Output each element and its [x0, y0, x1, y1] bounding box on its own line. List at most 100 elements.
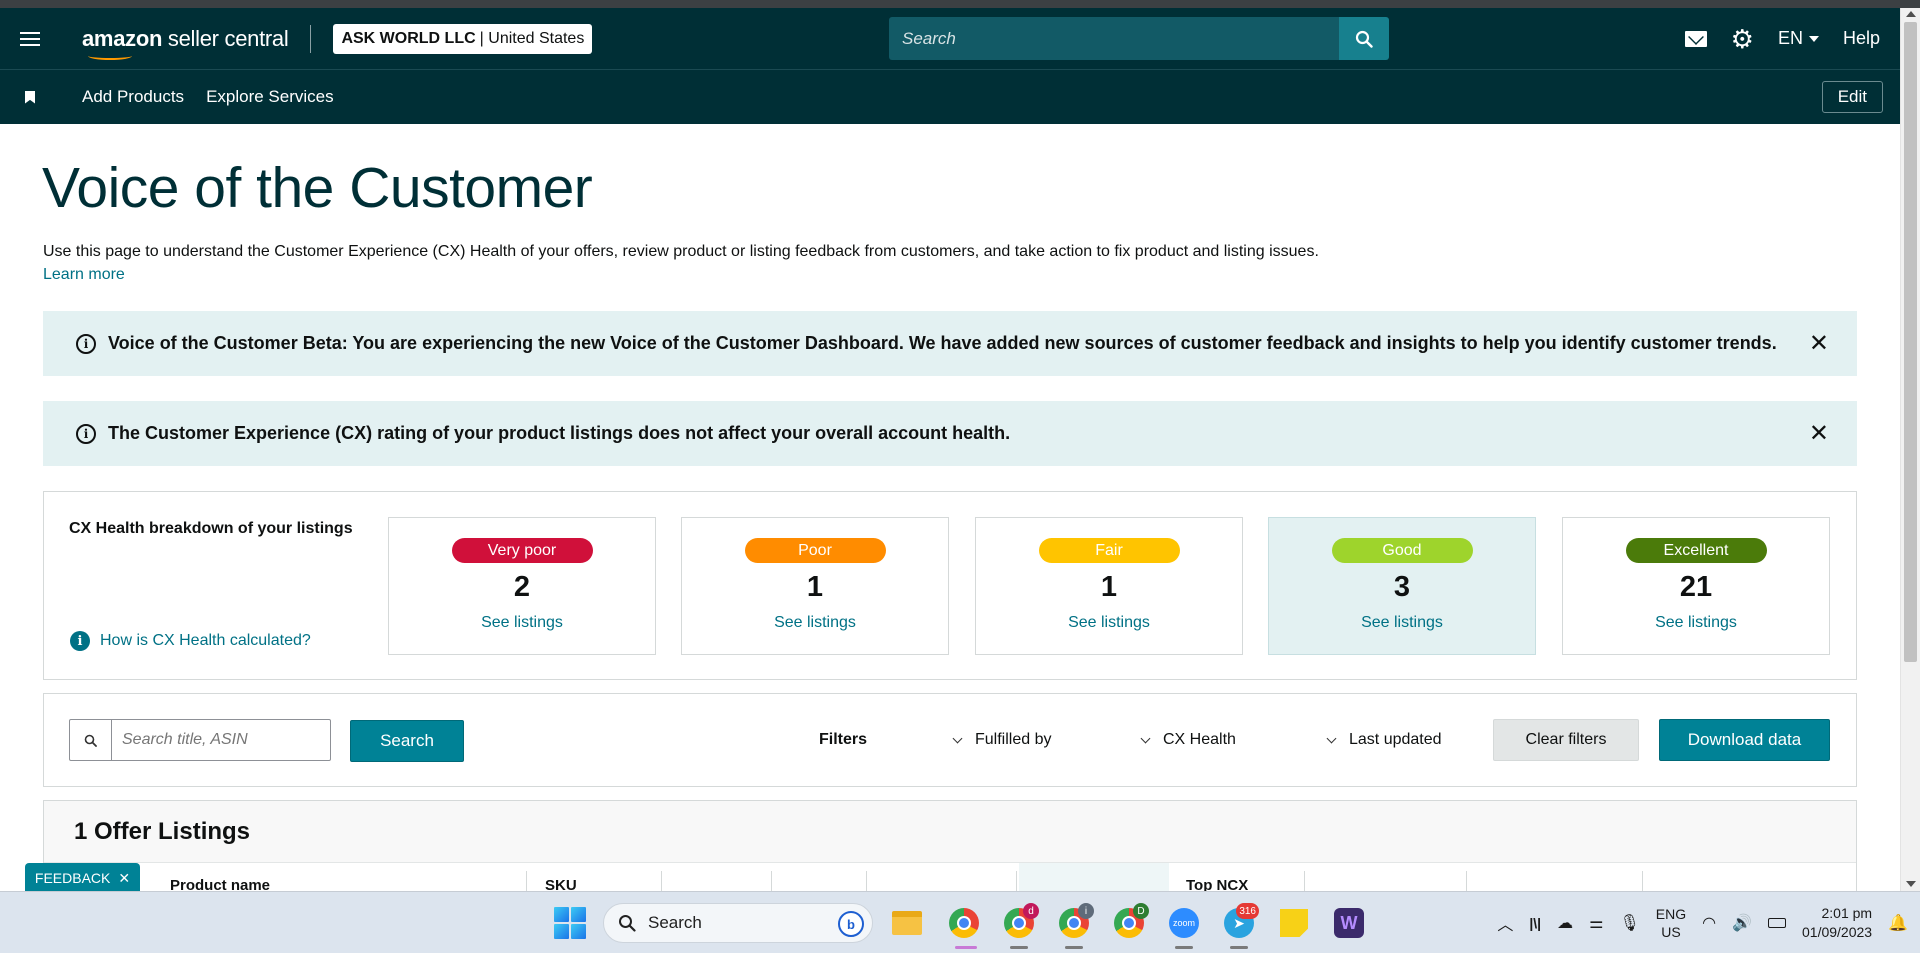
fulfilled-by-dropdown[interactable]: Fulfilled by [952, 731, 1051, 749]
app-w-icon[interactable]: W [1332, 906, 1366, 940]
info-icon: i [76, 333, 96, 354]
beta-alert: i Voice of the Customer Beta: You are ex… [43, 311, 1857, 376]
input-language-region: US [1661, 924, 1681, 940]
menu-icon[interactable] [0, 8, 60, 69]
beta-alert-text: Voice of the Customer Beta: You are expe… [108, 333, 1777, 353]
feedback-tab[interactable]: FEEDBACK ✕ [25, 863, 140, 893]
page-scrollbar[interactable] [1900, 8, 1920, 891]
scroll-down-icon[interactable] [1906, 881, 1916, 887]
column-product-name[interactable]: Product name [170, 877, 270, 891]
seller-central-logo[interactable]: amazon seller central [82, 26, 289, 60]
scroll-up-icon[interactable] [1906, 11, 1916, 17]
chrome-icon[interactable] [947, 906, 981, 940]
page-description: Use this page to understand the Customer… [43, 243, 1319, 260]
cx-count-excellent: 21 [1679, 571, 1713, 603]
filters-label: Filters [819, 731, 868, 748]
chrome-profile-D-icon[interactable]: D [1112, 903, 1149, 940]
cx-rating-alert-text: The Customer Experience (CX) rating of y… [108, 423, 1011, 443]
listing-search-field [69, 719, 331, 761]
column-sku[interactable]: SKU [545, 877, 577, 891]
bookmark-icon[interactable] [0, 90, 60, 104]
bing-icon[interactable]: b [838, 911, 864, 937]
column-divider [1304, 871, 1305, 891]
edit-bookmarks-button[interactable]: Edit [1821, 81, 1883, 113]
see-listings-poor[interactable]: See listings [774, 614, 856, 632]
profile-badge: D [1133, 903, 1149, 919]
active-indicator [1065, 946, 1083, 949]
wifi-icon[interactable]: ◠ [1702, 913, 1716, 933]
cloud-icon[interactable]: ☁ [1557, 913, 1573, 933]
scroll-thumb[interactable] [1904, 22, 1917, 662]
download-data-button[interactable]: Download data [1659, 719, 1830, 761]
windows-start-icon[interactable] [554, 907, 586, 939]
cx-health-dropdown[interactable]: CX Health [1140, 731, 1236, 749]
zoom-icon[interactable]: zoom [1167, 906, 1201, 940]
active-indicator [955, 946, 977, 949]
microphone-icon[interactable]: 🎙 [1619, 913, 1639, 933]
cx-card-fair[interactable]: Fair 1 See listings [975, 517, 1243, 655]
global-search-button[interactable] [1339, 17, 1389, 60]
close-icon[interactable]: ✕ [118, 870, 130, 887]
nav-add-products[interactable]: Add Products [82, 87, 184, 107]
column-highlight [1019, 863, 1169, 891]
see-listings-fair[interactable]: See listings [1068, 614, 1150, 632]
learn-more-link[interactable]: Learn more [43, 266, 125, 284]
volume-icon[interactable]: 🔊 [1732, 913, 1752, 933]
cx-count-fair: 1 [1100, 571, 1118, 603]
cx-card-poor[interactable]: Poor 1 See listings [681, 517, 949, 655]
account-name: ASK WORLD LLC [341, 29, 476, 47]
chrome-profile-d-icon[interactable]: d [1002, 903, 1039, 940]
top-right-actions: ⚙ EN Help [1684, 8, 1880, 69]
language-selector[interactable]: EN [1778, 28, 1819, 49]
see-listings-good[interactable]: See listings [1361, 614, 1443, 632]
search-icon [619, 915, 636, 932]
telegram-icon[interactable]: ➤ 316 [1222, 903, 1259, 940]
listing-search-button[interactable]: Search [350, 720, 464, 762]
cx-rating-alert: i The Customer Experience (CX) rating of… [43, 401, 1857, 466]
nav-explore-services[interactable]: Explore Services [206, 87, 334, 107]
cx-card-very-poor[interactable]: Very poor 2 See listings [388, 517, 656, 655]
sticky-notes-icon[interactable] [1277, 906, 1311, 940]
notification-bell-icon[interactable]: 🔔 [1888, 913, 1908, 933]
chevron-up-icon[interactable]: ︿ [1497, 911, 1513, 935]
top-navigation-bar: amazon seller central ASK WORLD LLC | Un… [0, 8, 1900, 69]
listing-search-input[interactable] [112, 720, 330, 760]
cx-card-excellent[interactable]: Excellent 21 See listings [1562, 517, 1830, 655]
column-top-ncx[interactable]: Top NCX [1186, 877, 1248, 891]
gear-icon[interactable]: ⚙ [1731, 26, 1754, 52]
help-link[interactable]: Help [1843, 28, 1880, 49]
chrome-profile-i-icon[interactable]: i [1057, 903, 1094, 940]
cx-badge-good: Good [1331, 538, 1473, 563]
cx-count-very-poor: 2 [513, 571, 531, 603]
chevron-down-icon [952, 733, 963, 743]
system-tray: ︿ |\| ☁ ⚌ 🎙 ENG US ◠ 🔊 2:01 pm 01/09/202… [1497, 892, 1908, 953]
input-language[interactable]: ENG US [1656, 905, 1686, 941]
global-search-input[interactable]: Search [889, 17, 1339, 60]
last-updated-dropdown[interactable]: Last updated [1326, 731, 1442, 749]
cx-badge-excellent: Excellent [1625, 538, 1767, 563]
mail-icon[interactable] [1684, 30, 1707, 47]
see-listings-very-poor[interactable]: See listings [481, 614, 563, 632]
file-explorer-icon[interactable] [890, 906, 924, 940]
cx-health-label: CX Health [1163, 731, 1236, 748]
battery-icon[interactable] [1768, 918, 1786, 928]
column-divider [1642, 871, 1643, 891]
see-listings-excellent[interactable]: See listings [1655, 614, 1737, 632]
windows-taskbar: Search b d i D zoom ➤ 316 W ︿ |\| ☁ ⚌ 🎙 [0, 891, 1920, 953]
taskbar-search[interactable]: Search b [603, 903, 873, 943]
global-search: Search [889, 17, 1389, 60]
close-icon[interactable]: ✕ [1809, 329, 1829, 358]
close-icon[interactable]: ✕ [1809, 419, 1829, 448]
audio-levels-icon[interactable]: |\| [1529, 915, 1541, 931]
clock-time: 2:01 pm [1821, 905, 1873, 921]
account-switcher[interactable]: ASK WORLD LLC | United States [333, 23, 593, 54]
clear-filters-button[interactable]: Clear filters [1493, 719, 1639, 761]
active-indicator [1010, 946, 1028, 949]
taskbar-clock[interactable]: 2:01 pm 01/09/2023 [1802, 904, 1872, 942]
chevron-down-icon [1326, 733, 1337, 743]
cx-card-good[interactable]: Good 3 See listings [1268, 517, 1536, 655]
sliders-icon[interactable]: ⚌ [1589, 913, 1603, 933]
bookmark-navigation-bar: Add Products Explore Services Edit [0, 69, 1900, 124]
language-label: EN [1777, 28, 1803, 48]
cx-health-how-link[interactable]: i How is CX Health calculated? [70, 631, 311, 651]
